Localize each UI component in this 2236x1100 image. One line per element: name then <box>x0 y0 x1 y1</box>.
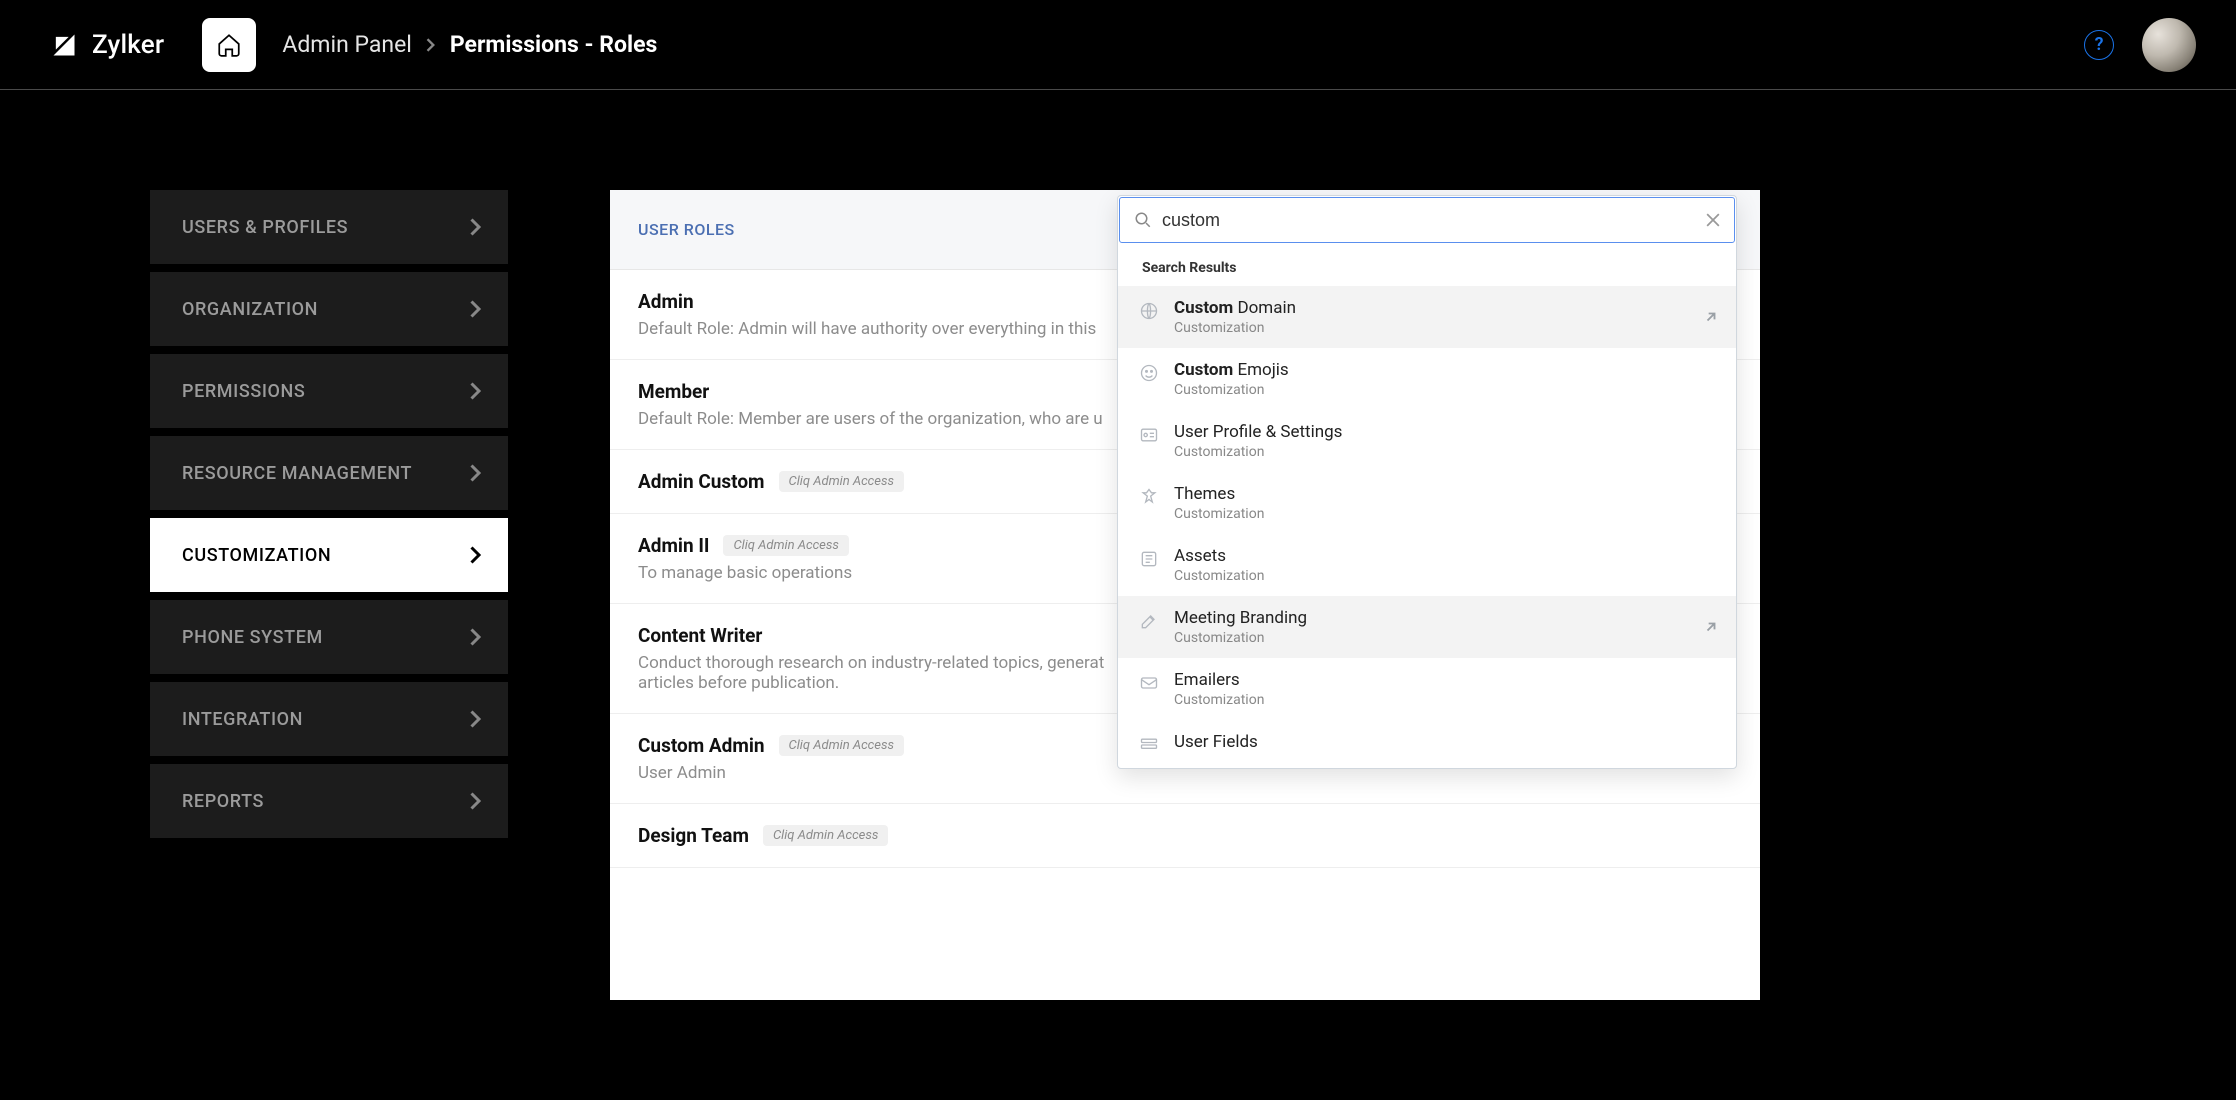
search-input[interactable] <box>1162 210 1706 231</box>
breadcrumb-parent[interactable]: Admin Panel <box>282 31 412 58</box>
search-icon <box>1134 211 1152 229</box>
chevron-right-icon <box>470 710 482 728</box>
sidebar-item-resource-management[interactable]: RESOURCE MANAGEMENT <box>150 436 508 510</box>
chevron-right-icon <box>470 464 482 482</box>
role-name: Admin <box>638 290 694 313</box>
globe-icon <box>1138 300 1160 322</box>
role-name: Admin II <box>638 534 709 557</box>
role-name: Custom Admin <box>638 734 765 757</box>
sidebar-item-label: RESOURCE MANAGEMENT <box>182 463 412 484</box>
home-button[interactable] <box>202 18 256 72</box>
search-result-sub: Customization <box>1174 382 1716 398</box>
breadcrumb-current: Permissions - Roles <box>450 31 657 58</box>
chevron-right-icon <box>470 792 482 810</box>
chevron-right-icon <box>470 218 482 236</box>
avatar[interactable] <box>2142 18 2196 72</box>
chevron-right-icon <box>470 382 482 400</box>
brand-logo-icon <box>50 31 78 59</box>
search-result-item[interactable]: Meeting Branding Customization <box>1118 596 1736 658</box>
sidebar-item-permissions[interactable]: PERMISSIONS <box>150 354 508 428</box>
sidebar-item-label: CUSTOMIZATION <box>182 545 331 566</box>
search-result-item[interactable]: Emailers Customization <box>1118 658 1736 720</box>
search-result-item[interactable]: Assets Customization <box>1118 534 1736 596</box>
search-result-sub: Customization <box>1174 320 1716 336</box>
help-button[interactable]: ? <box>2084 30 2114 60</box>
search-result-item[interactable]: User Fields <box>1118 720 1736 768</box>
chevron-right-icon <box>426 38 436 52</box>
sidebar: USERS & PROFILES ORGANIZATION PERMISSIONS R… <box>150 190 508 1100</box>
search-result-title: Themes <box>1174 484 1716 504</box>
role-name: Member <box>638 380 709 403</box>
sidebar-item-users-profiles[interactable]: USERS & PROFILES <box>150 190 508 264</box>
search-result-title: User Fields <box>1174 732 1716 752</box>
brand: Zylker <box>50 30 164 60</box>
workspace: USERS & PROFILES ORGANIZATION PERMISSIONS R… <box>0 90 2236 1100</box>
chevron-right-icon <box>470 628 482 646</box>
sidebar-item-organization[interactable]: ORGANIZATION <box>150 272 508 346</box>
asset-icon <box>1138 548 1160 570</box>
fields-icon <box>1138 734 1160 756</box>
sidebar-item-customization[interactable]: CUSTOMIZATION <box>150 518 508 592</box>
role-badge: Cliq Admin Access <box>763 825 888 846</box>
topbar: Zylker Admin Panel Permissions - Roles ? <box>0 0 2236 90</box>
role-name: Admin Custom <box>638 470 765 493</box>
search-popover: Search Results Custom Domain Customizatio… <box>1117 195 1737 769</box>
clear-icon[interactable] <box>1706 213 1720 227</box>
emoji-icon <box>1138 362 1160 384</box>
sidebar-item-integration[interactable]: INTEGRATION <box>150 682 508 756</box>
role-name: Content Writer <box>638 624 762 647</box>
sidebar-item-phone-system[interactable]: PHONE SYSTEM <box>150 600 508 674</box>
search-result-sub: Customization <box>1174 630 1716 646</box>
sidebar-item-label: USERS & PROFILES <box>182 217 348 238</box>
edit-icon <box>1138 610 1160 632</box>
mail-icon <box>1138 672 1160 694</box>
search-result-item[interactable]: Custom Domain Customization <box>1118 286 1736 348</box>
search-result-item[interactable]: Themes Customization <box>1118 472 1736 534</box>
search-result-title: User Profile & Settings <box>1174 422 1716 442</box>
search-result-sub: Customization <box>1174 444 1716 460</box>
search-result-sub: Customization <box>1174 692 1716 708</box>
search-results-header: Search Results <box>1118 244 1736 286</box>
breadcrumb: Admin Panel Permissions - Roles <box>282 31 657 58</box>
open-icon <box>1704 620 1718 634</box>
role-badge: Cliq Admin Access <box>779 471 904 492</box>
search-box <box>1119 197 1735 243</box>
sidebar-item-label: ORGANIZATION <box>182 299 318 320</box>
sidebar-item-label: PERMISSIONS <box>182 381 305 402</box>
home-icon <box>216 32 242 58</box>
search-result-title: Custom Emojis <box>1174 360 1716 380</box>
sidebar-item-label: INTEGRATION <box>182 709 303 730</box>
role-name: Design Team <box>638 824 749 847</box>
search-result-sub: Customization <box>1174 568 1716 584</box>
sidebar-item-label: REPORTS <box>182 791 264 812</box>
brand-name: Zylker <box>92 30 164 60</box>
role-badge: Cliq Admin Access <box>779 735 904 756</box>
question-icon: ? <box>2095 34 2104 55</box>
search-result-item[interactable]: User Profile & Settings Customization <box>1118 410 1736 472</box>
search-result-title: Meeting Branding <box>1174 608 1716 628</box>
sidebar-item-reports[interactable]: REPORTS <box>150 764 508 838</box>
search-results-list: Custom DomainCustomizationCustom EmojisC… <box>1118 286 1736 768</box>
theme-icon <box>1138 486 1160 508</box>
role-item[interactable]: Design Team Cliq Admin Access <box>610 804 1760 868</box>
sidebar-item-label: PHONE SYSTEM <box>182 627 323 648</box>
panel-section-title: USER ROLES <box>638 220 735 239</box>
search-result-title: Custom Domain <box>1174 298 1716 318</box>
open-icon <box>1704 310 1718 324</box>
role-badge: Cliq Admin Access <box>723 535 848 556</box>
search-result-sub: Customization <box>1174 506 1716 522</box>
chevron-right-icon <box>470 300 482 318</box>
search-result-title: Emailers <box>1174 670 1716 690</box>
search-result-title: Assets <box>1174 546 1716 566</box>
search-result-item[interactable]: Custom Emojis Customization <box>1118 348 1736 410</box>
chevron-right-icon <box>470 546 482 564</box>
card-icon <box>1138 424 1160 446</box>
